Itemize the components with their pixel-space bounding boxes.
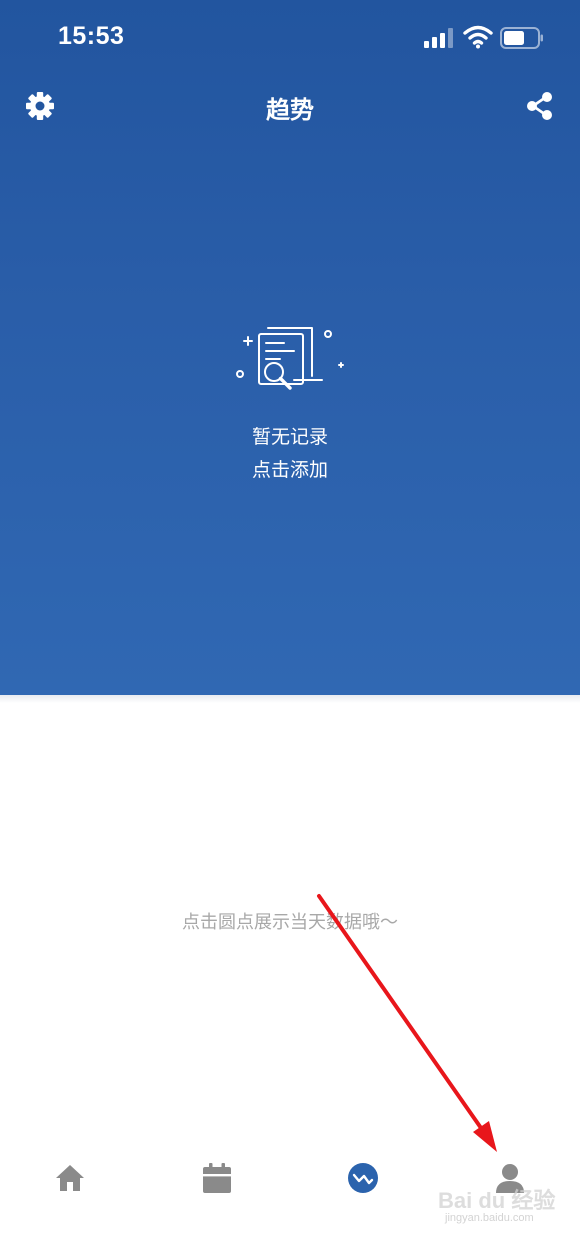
baidu-watermark: Bai du 经验 [438,1188,556,1213]
share-icon[interactable] [522,88,558,124]
document-search-icon[interactable] [232,322,348,396]
tab-trend[interactable] [333,1156,393,1200]
status-time: 15:53 [58,22,125,50]
tab-calendar[interactable] [187,1156,247,1200]
wifi-icon [463,25,493,49]
empty-state-title: 暂无记录 [251,426,328,448]
trend-header-panel: 15:53 趋势 暂无记录 点击添加 [0,0,580,695]
navigation-bar: 趋势 [0,80,580,134]
home-icon [56,1165,84,1191]
panel-divider [0,695,580,703]
screen: 15:53 趋势 暂无记录 点击添加 点击圆点展示当天数据哦～ Bai du 经… [0,0,580,1241]
page-title: 趋势 [266,96,314,124]
status-bar: 15:53 [0,0,580,76]
baidu-watermark-url: jingyan.baidu.com [445,1212,534,1224]
tab-home[interactable] [40,1156,100,1200]
battery-icon [500,27,543,49]
calendar-icon [203,1163,231,1193]
add-record-link[interactable]: 点击添加 [0,455,580,482]
cellular-signal-icon [424,28,453,48]
chart-hint-text: 点击圆点展示当天数据哦～ [182,912,398,933]
trend-icon [348,1163,378,1193]
